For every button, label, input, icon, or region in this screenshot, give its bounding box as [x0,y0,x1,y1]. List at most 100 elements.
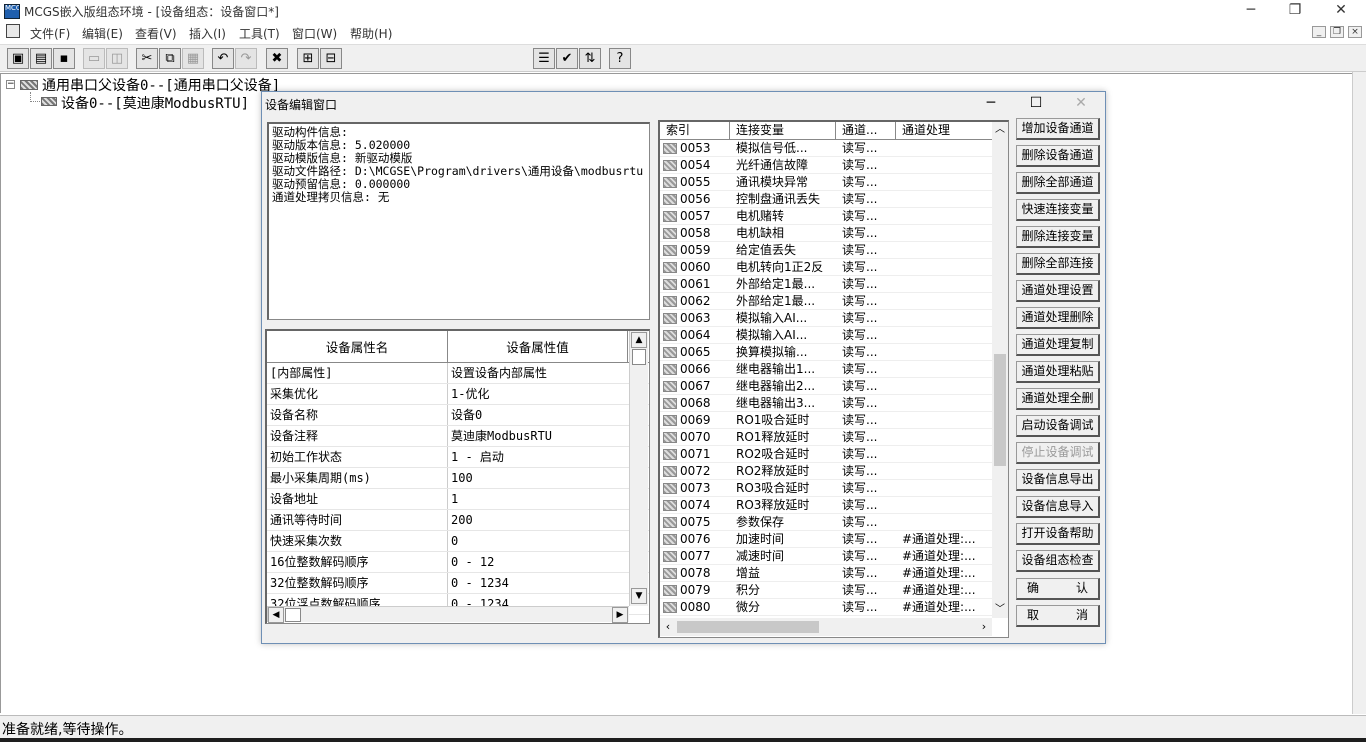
dialog-action-button[interactable]: 设备组态检查 [1016,550,1100,572]
toolbar-undo-icon[interactable]: ↶ [212,48,234,69]
header-variable[interactable]: 连接变量 [730,122,836,139]
tree-root-item[interactable]: 通用串口父设备0--[通用串口父设备] [42,75,280,95]
property-row[interactable]: 最小采集周期(ms) 100 [267,468,649,489]
property-row[interactable]: 32位整数解码顺序 0 - 1234 [267,573,649,594]
property-row[interactable]: 采集优化 1-优化 [267,384,649,405]
channel-row[interactable]: 0080 微分 读写... #通道处理:... [660,599,1008,616]
channel-row[interactable]: 0056 控制盘通讯丢失 读写... [660,191,1008,208]
toolbar-help-icon[interactable]: ? [609,48,631,69]
property-value[interactable]: 1 - 启动 [448,447,628,467]
scroll-right-icon[interactable]: › [976,618,992,636]
scroll-down-icon[interactable]: ﹀ [992,602,1008,618]
property-value[interactable]: 设置设备内部属性 [448,363,628,383]
channel-row[interactable]: 0058 电机缺相 读写... [660,225,1008,242]
dialog-maximize-button[interactable]: ☐ [1014,93,1058,115]
toolbar-save-icon[interactable]: ▪ [53,48,75,69]
channel-row[interactable]: 0079 积分 读写... #通道处理:... [660,582,1008,599]
toolbar-cut-icon[interactable]: ✂ [136,48,158,69]
mdi-close-button[interactable]: × [1348,26,1362,38]
toolbar-device-config-icon[interactable]: ⊟ [320,48,342,69]
dialog-action-button[interactable]: 通道处理粘贴 [1016,361,1100,383]
toolbar-paste-icon[interactable]: ▦ [182,48,204,69]
scroll-down-icon[interactable]: ▼ [631,588,647,604]
mdi-restore-button[interactable]: ❐ [1330,26,1344,38]
tree-expander-icon[interactable]: − [6,80,15,89]
dialog-action-button[interactable]: 启动设备调试 [1016,415,1100,437]
property-value[interactable]: 1 [448,489,628,509]
channel-row[interactable]: 0075 参数保存 读写... [660,514,1008,531]
channel-row[interactable]: 0059 给定值丢失 读写... [660,242,1008,259]
scroll-thumb[interactable] [285,608,301,622]
channel-row[interactable]: 0061 外部给定1最... 读写... [660,276,1008,293]
dialog-action-button[interactable]: 设备信息导出 [1016,469,1100,491]
minimize-button[interactable]: ─ [1228,0,1274,22]
dialog-action-button[interactable]: 快速连接变量 [1016,199,1100,221]
close-button[interactable]: ✕ [1318,0,1364,22]
toolbar-open-icon[interactable]: ▤ [30,48,52,69]
property-value[interactable]: 200 [448,510,628,530]
channel-row[interactable]: 0063 模拟输入AI... 读写... [660,310,1008,327]
channel-row[interactable]: 0068 继电器输出3... 读写... [660,395,1008,412]
toolbar-check-icon[interactable]: ✔ [556,48,578,69]
channel-row[interactable]: 0066 继电器输出1... 读写... [660,361,1008,378]
dialog-action-button[interactable]: 删除设备通道 [1016,145,1100,167]
property-value[interactable]: 1-优化 [448,384,628,404]
header-index[interactable]: 索引 [660,122,730,139]
dialog-action-button[interactable]: 通道处理设置 [1016,280,1100,302]
channel-row[interactable]: 0069 RO1吸合延时 读写... [660,412,1008,429]
menu-tools[interactable]: 工具(T) [239,25,280,42]
channel-row[interactable]: 0074 RO3释放延时 读写... [660,497,1008,514]
property-value[interactable]: 0 [448,531,628,551]
document-icon[interactable] [6,24,20,38]
menu-help[interactable]: 帮助(H) [350,25,392,42]
channel-grid-hscroll[interactable]: ‹ › [660,618,992,636]
toolbar-preview-icon[interactable]: ◫ [106,48,128,69]
scroll-thumb[interactable] [632,349,646,365]
dialog-action-button[interactable]: 删除全部通道 [1016,172,1100,194]
dialog-action-button[interactable]: 删除全部连接 [1016,253,1100,275]
dialog-action-button[interactable]: 增加设备通道 [1016,118,1100,140]
menu-edit[interactable]: 编辑(E) [82,25,123,42]
scroll-thumb[interactable] [677,621,819,633]
menu-insert[interactable]: 插入(I) [189,25,226,42]
toolbar-copy-icon[interactable]: ⧉ [159,48,181,69]
property-row[interactable]: [内部属性] 设置设备内部属性 [267,363,649,384]
toolbar-device-icon[interactable]: ⊞ [297,48,319,69]
cancel-button[interactable]: 取 消 [1016,605,1100,627]
property-value[interactable]: 莫迪康ModbusRTU [448,426,628,446]
properties-hscroll[interactable]: ◀ ▶ [267,606,629,623]
property-row[interactable]: 通讯等待时间 200 [267,510,649,531]
channel-row[interactable]: 0053 模拟信号低... 读写... [660,140,1008,157]
dialog-action-button[interactable]: 停止设备调试 [1016,442,1100,464]
property-row[interactable]: 初始工作状态 1 - 启动 [267,447,649,468]
channel-row[interactable]: 0055 通讯模块异常 读写... [660,174,1008,191]
menu-file[interactable]: 文件(F) [30,25,70,42]
dialog-action-button[interactable]: 删除连接变量 [1016,226,1100,248]
dialog-close-button[interactable]: ✕ [1059,93,1103,115]
toolbar-print-icon[interactable]: ▭ [83,48,105,69]
channel-row[interactable]: 0073 RO3吸合延时 读写... [660,480,1008,497]
channel-row[interactable]: 0062 外部给定1最... 读写... [660,293,1008,310]
property-row[interactable]: 设备注释 莫迪康ModbusRTU [267,426,649,447]
menu-view[interactable]: 查看(V) [135,25,177,42]
properties-vscroll[interactable]: ▲ ▼ [629,331,648,606]
dialog-action-button[interactable]: 设备信息导入 [1016,496,1100,518]
toolbar-sort-icon[interactable]: ⇅ [579,48,601,69]
channel-row[interactable]: 0060 电机转向1正2反 读写... [660,259,1008,276]
property-row[interactable]: 快速采集次数 0 [267,531,649,552]
channel-row[interactable]: 0076 加速时间 读写... #通道处理:... [660,531,1008,548]
confirm-button[interactable]: 确 认 [1016,578,1100,600]
channel-row[interactable]: 0067 继电器输出2... 读写... [660,378,1008,395]
channel-row[interactable]: 0071 RO2吸合延时 读写... [660,446,1008,463]
scroll-up-icon[interactable]: ︿ [992,122,1008,138]
dialog-action-button[interactable]: 打开设备帮助 [1016,523,1100,545]
dialog-action-button[interactable]: 通道处理全删 [1016,388,1100,410]
header-channel[interactable]: 通道... [836,122,896,139]
scroll-left-icon[interactable]: ‹ [660,618,676,636]
property-value[interactable]: 0 - 1234 [448,573,628,593]
tree-child-item[interactable]: 设备0--[莫迪康ModbusRTU] [61,93,249,113]
vertical-scrollbar[interactable] [1352,72,1366,714]
header-processing[interactable]: 通道处理 [896,122,994,139]
scroll-right-icon[interactable]: ▶ [612,607,628,623]
channel-row[interactable]: 0072 RO2释放延时 读写... [660,463,1008,480]
